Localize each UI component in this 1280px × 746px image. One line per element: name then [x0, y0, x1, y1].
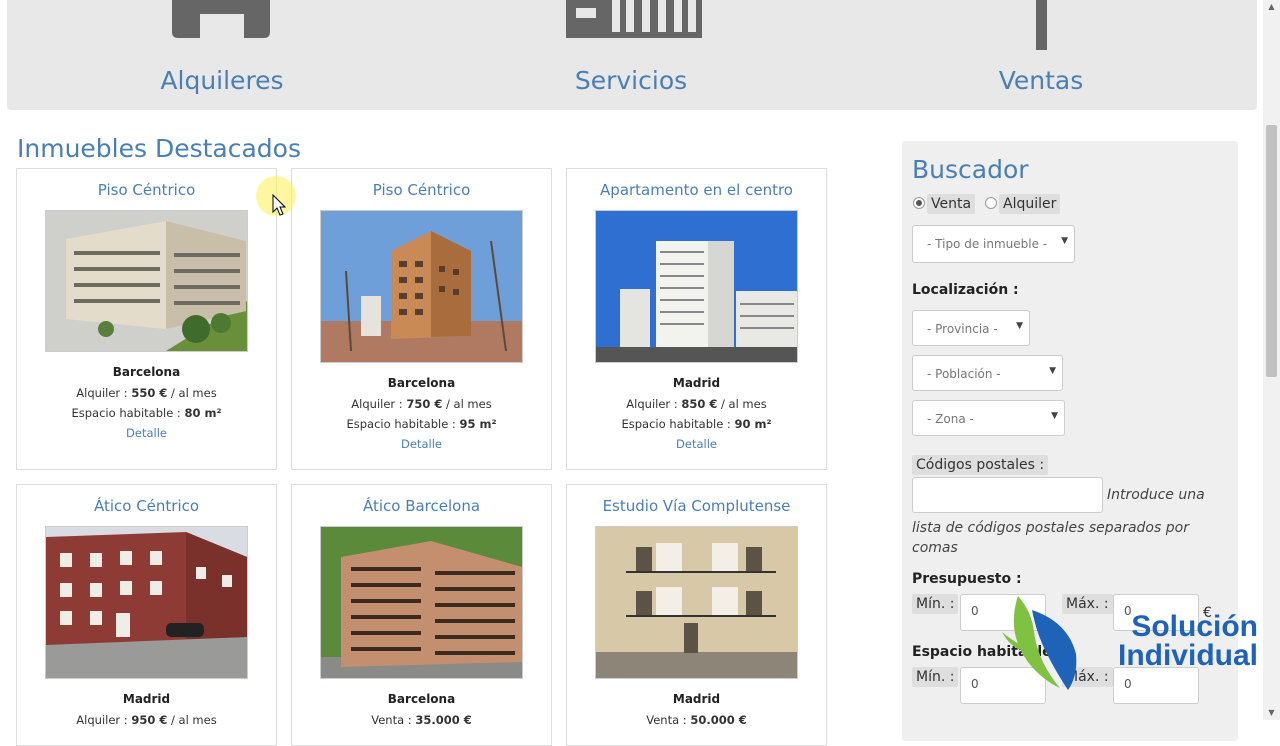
card-city: Madrid — [122, 692, 171, 706]
building-photo-icon — [46, 527, 247, 678]
property-type-select[interactable]: - Tipo de inmueble - ▼ — [912, 225, 1075, 263]
province-select[interactable]: - Provincia - ▼ — [912, 310, 1030, 346]
card-price: Alquiler : 750 € / al mes — [351, 397, 492, 411]
space-max-input[interactable]: 0 — [1113, 667, 1199, 704]
card-price: Alquiler : 950 € / al mes — [76, 713, 217, 727]
section-title: Inmuebles Destacados — [17, 134, 301, 163]
chevron-down-icon: ▼ — [1049, 366, 1056, 376]
search-title: Buscador — [912, 155, 1029, 184]
nav-ventas[interactable]: Ventas — [911, 0, 1171, 110]
property-card: Piso Céntrico Barcelona Alquiler : 750 €… — [291, 168, 552, 470]
building-photo-icon — [596, 211, 797, 362]
zone-select[interactable]: - Zona - ▼ — [912, 400, 1065, 436]
card-city: Barcelona — [112, 365, 181, 379]
mouse-pointer-icon — [272, 194, 286, 216]
postal-hint: lista de códigos postales separados por — [912, 520, 1189, 536]
nav-label: Servicios — [574, 66, 688, 95]
detail-link[interactable]: Detalle — [292, 437, 551, 451]
sale-radio-label[interactable]: Venta — [927, 194, 976, 214]
card-title[interactable]: Apartamento en el centro — [567, 181, 826, 199]
town-select[interactable]: - Población - ▼ — [912, 355, 1063, 391]
nav-label: Alquileres — [160, 66, 284, 95]
detail-link[interactable]: Detalle — [17, 426, 276, 440]
card-price: Venta : 35.000 € — [371, 713, 472, 727]
card-area: Espacio habitable : 90 m² — [621, 417, 772, 431]
leaf-logo-icon — [1002, 596, 1077, 690]
card-area: Espacio habitable : 95 m² — [346, 417, 497, 431]
card-area: Espacio habitable : 80 m² — [71, 406, 222, 420]
property-photo[interactable] — [595, 526, 798, 679]
chevron-down-icon: ▼ — [1016, 321, 1023, 331]
card-price: Alquiler : 850 € / al mes — [626, 397, 767, 411]
building-icon — [566, 0, 702, 38]
scroll-down-icon[interactable]: ▼ — [1263, 706, 1280, 720]
building-photo-icon — [321, 211, 522, 362]
budget-min-label: Mín. : — [912, 594, 959, 614]
scroll-up-icon[interactable]: ▲ — [1263, 0, 1280, 14]
property-photo[interactable] — [320, 210, 523, 363]
chevron-down-icon: ▼ — [1051, 411, 1058, 421]
postal-hint: Introduce una — [1107, 487, 1205, 503]
nav-label: Ventas — [998, 66, 1084, 95]
scrollbar-thumb[interactable] — [1266, 125, 1277, 377]
sign-icon — [1036, 0, 1047, 50]
postal-hint: comas — [912, 540, 958, 556]
sale-radio[interactable] — [913, 197, 925, 209]
building-photo-icon — [321, 527, 522, 678]
building-photo-icon — [596, 527, 797, 678]
house-icon — [172, 0, 270, 38]
property-card: Ático Barcelona Barcelona Venta : 35.000… — [291, 484, 552, 746]
card-price: Venta : 50.000 € — [646, 713, 747, 727]
budget-label: Presupuesto : — [912, 571, 1022, 587]
property-photo[interactable] — [45, 210, 248, 352]
rent-radio-label[interactable]: Alquiler — [999, 194, 1061, 214]
nav-servicios[interactable]: Servicios — [501, 0, 761, 110]
card-title[interactable]: Piso Céntrico — [292, 181, 551, 199]
postal-codes-input[interactable] — [912, 477, 1103, 513]
card-price: Alquiler : 550 € / al mes — [76, 386, 217, 400]
chevron-down-icon: ▼ — [1061, 236, 1068, 246]
detail-link[interactable]: Detalle — [567, 437, 826, 451]
watermark-logo: Solución Individual — [1117, 610, 1258, 672]
card-city: Barcelona — [387, 376, 456, 390]
property-photo[interactable] — [595, 210, 798, 363]
property-card: Ático Céntrico Madrid Alquiler : 950 € /… — [16, 484, 277, 746]
card-title[interactable]: Estudio Vía Complutense — [567, 497, 826, 515]
card-title[interactable]: Ático Barcelona — [292, 497, 551, 515]
property-photo[interactable] — [320, 526, 523, 679]
property-card: Estudio Vía Complutense Madrid Venta : 5… — [566, 484, 827, 746]
card-city: Madrid — [672, 376, 721, 390]
property-card: Apartamento en el centro Madrid Alquiler… — [566, 168, 827, 470]
card-title[interactable]: Ático Céntrico — [17, 497, 276, 515]
postal-codes-label: Códigos postales : — [912, 455, 1049, 475]
card-city: Barcelona — [387, 692, 456, 706]
building-photo-icon — [46, 211, 247, 351]
property-photo[interactable] — [45, 526, 248, 679]
nav-alquileres[interactable]: Alquileres — [92, 0, 352, 110]
card-city: Madrid — [672, 692, 721, 706]
card-title[interactable]: Piso Céntrico — [17, 181, 276, 199]
space-min-label: Mín. : — [912, 667, 959, 687]
property-card: Piso Céntrico Barcelona Alquiler : 550 €… — [16, 168, 277, 470]
location-label: Localización : — [912, 282, 1019, 298]
rent-radio[interactable] — [985, 197, 997, 209]
